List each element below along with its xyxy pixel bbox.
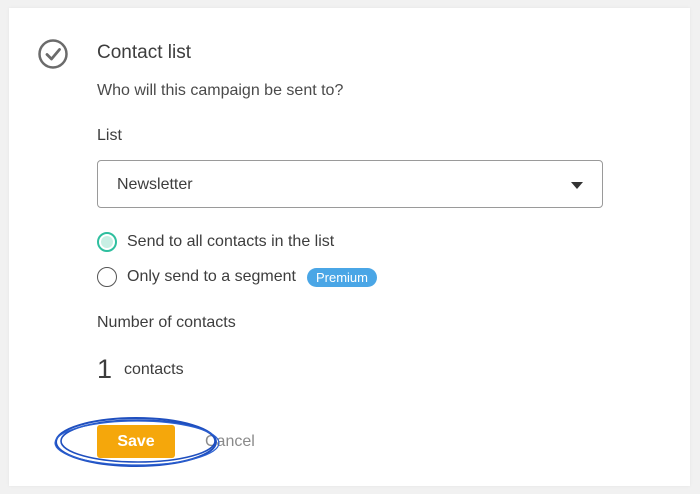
- list-select[interactable]: Newsletter: [97, 160, 603, 208]
- list-label: List: [97, 127, 122, 144]
- premium-badge: Premium: [306, 267, 377, 287]
- contacts-count-value: 1: [97, 354, 113, 384]
- radio-label-all-contacts: Send to all contacts in the list: [127, 233, 335, 250]
- list-select-value: Newsletter: [117, 176, 193, 193]
- save-button[interactable]: Save: [97, 425, 175, 458]
- radio-button-all-contacts[interactable]: [97, 232, 117, 252]
- radio-option-all-contacts[interactable]: Send to all contacts in the list: [97, 232, 334, 252]
- check-circle-icon: [38, 39, 68, 69]
- contacts-count-label: Number of contacts: [97, 314, 236, 331]
- radio-button-segment[interactable]: [97, 267, 117, 287]
- contacts-count-unit: contacts: [124, 361, 184, 378]
- radio-option-segment[interactable]: Only send to a segment Premium: [97, 267, 377, 287]
- caret-down-icon: [571, 182, 583, 189]
- section-title: Contact list: [97, 42, 191, 63]
- cancel-button[interactable]: Cancel: [205, 433, 255, 451]
- radio-label-segment: Only send to a segment: [127, 268, 296, 285]
- section-question: Who will this campaign be sent to?: [97, 82, 344, 99]
